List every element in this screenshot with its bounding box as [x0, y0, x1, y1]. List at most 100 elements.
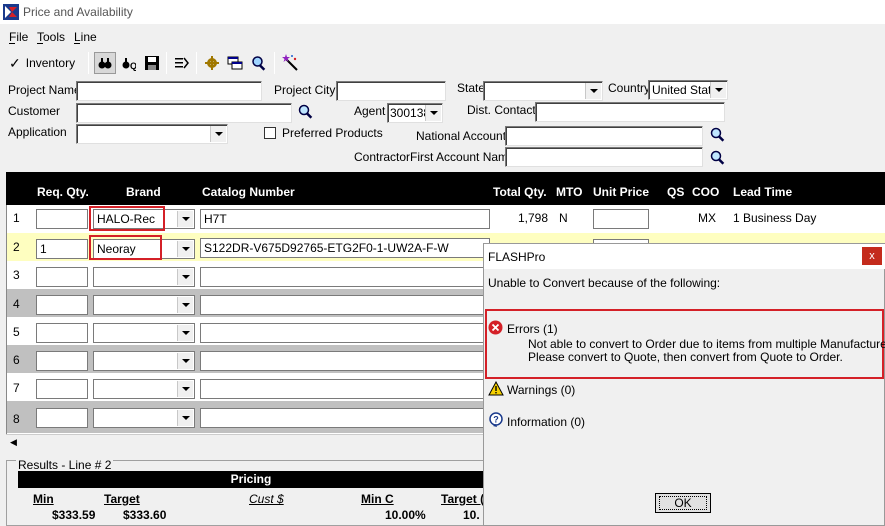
country-select[interactable]: United State [648, 80, 728, 100]
target-label: Target [104, 492, 140, 506]
split-lines-icon[interactable] [171, 52, 193, 74]
brand-select[interactable] [93, 323, 195, 343]
catalog-input[interactable]: H7T [200, 209, 490, 229]
chevron-down-icon[interactable] [710, 82, 726, 98]
catalog-input[interactable] [200, 267, 490, 287]
col-catalog-number: Catalog Number [202, 185, 295, 199]
row-number: 5 [13, 325, 20, 339]
qty-input[interactable]: 1 [36, 239, 88, 259]
qty-input[interactable] [36, 295, 88, 315]
state-label: State [457, 81, 486, 95]
agent-select[interactable]: 300138 [387, 103, 443, 123]
save-icon[interactable] [141, 52, 163, 74]
country-value: United State [652, 83, 719, 97]
catalog-input[interactable] [200, 408, 490, 428]
qty-input[interactable] [36, 323, 88, 343]
brand-select[interactable] [93, 351, 195, 371]
state-select[interactable] [483, 81, 603, 101]
qty-input[interactable] [36, 351, 88, 371]
find-quote-icon[interactable]: Q [117, 52, 139, 74]
national-account-input[interactable] [505, 126, 703, 146]
dialog-title: FLASHPro [488, 250, 546, 264]
min-value: $333.59 [52, 508, 96, 522]
magnifier-icon[interactable] [248, 52, 270, 74]
catalog-input[interactable] [200, 295, 490, 315]
pricing-header: Pricing [18, 471, 484, 488]
customer-input[interactable] [76, 103, 292, 123]
col-total-qty: Total Qty. [493, 185, 547, 199]
row-number: 3 [13, 268, 20, 282]
contractor-account-search-icon[interactable] [708, 148, 728, 168]
project-name-input[interactable] [76, 81, 262, 101]
row-number: 7 [13, 381, 20, 395]
minc-label: Min C [361, 492, 394, 506]
dist-contact-label: Dist. Contact [467, 103, 536, 117]
catalog-input[interactable]: S122DR-V675D92765-ETG2F0-1-UW2A-F-W [200, 238, 490, 258]
min-label: Min [33, 492, 54, 506]
brand-select[interactable] [93, 267, 195, 287]
dist-contact-input[interactable] [535, 102, 725, 122]
catalog-input[interactable] [200, 379, 490, 399]
dialog-intro: Unable to Convert because of the followi… [488, 276, 721, 290]
magic-wand-icon[interactable] [280, 52, 302, 74]
ok-button[interactable]: OK [655, 493, 711, 513]
menu-tools[interactable]: Tools [37, 30, 65, 44]
results-title: Results - Line # 2 [16, 458, 114, 472]
chevron-down-icon[interactable] [177, 241, 193, 257]
col-qs: QS [667, 185, 685, 199]
error-icon [488, 320, 503, 335]
warnings-label: Warnings (0) [507, 383, 576, 397]
check-icon: ✓ [9, 54, 21, 71]
binoculars-icon[interactable] [94, 52, 116, 74]
brand-select[interactable] [93, 408, 195, 428]
minc-value: 10.00% [385, 508, 426, 522]
chevron-down-icon[interactable] [177, 410, 193, 426]
chevron-down-icon[interactable] [425, 105, 441, 121]
qty-input[interactable] [36, 379, 88, 399]
qty-input[interactable] [36, 209, 88, 229]
unit-price-input[interactable] [593, 209, 649, 229]
national-account-search-icon[interactable] [708, 125, 728, 145]
qty-input[interactable] [36, 267, 88, 287]
row-number: 1 [13, 211, 20, 225]
warning-icon [488, 381, 504, 396]
brand-highlight-box [89, 206, 165, 231]
application-select[interactable] [76, 124, 228, 144]
inventory-button[interactable]: ✓ Inventory [7, 52, 85, 74]
brand-select[interactable] [93, 295, 195, 315]
gears-icon[interactable] [201, 52, 223, 74]
contractor-account-input[interactable] [505, 147, 703, 167]
catalog-input[interactable] [200, 323, 490, 343]
chevron-down-icon[interactable] [177, 381, 193, 397]
windows-icon[interactable] [224, 52, 246, 74]
country-label: Country [608, 81, 651, 95]
coo-value: MX [698, 211, 716, 225]
scroll-left-icon[interactable]: ◀ [10, 437, 17, 448]
chevron-down-icon[interactable] [585, 83, 601, 99]
svg-text:?: ? [493, 415, 499, 425]
chevron-down-icon[interactable] [177, 297, 193, 313]
row-number: 4 [13, 297, 20, 311]
preferred-products-checkbox[interactable] [264, 127, 276, 139]
project-city-input[interactable] [336, 81, 446, 101]
brand-select[interactable] [93, 379, 195, 399]
row-number: 8 [13, 412, 20, 426]
national-account-label: National Account [416, 129, 507, 143]
menu-file[interactable]: File [9, 30, 28, 44]
project-name-label: Project Name [8, 83, 81, 97]
chevron-down-icon[interactable] [177, 353, 193, 369]
project-city-label: Project City [274, 83, 336, 97]
qty-input[interactable] [36, 408, 88, 428]
chevron-down-icon[interactable] [177, 211, 193, 227]
chevron-down-icon[interactable] [210, 126, 226, 142]
menu-line[interactable]: Line [74, 30, 97, 44]
customer-search-icon[interactable] [296, 102, 316, 122]
chevron-down-icon[interactable] [177, 325, 193, 341]
catalog-input[interactable] [200, 351, 490, 371]
horizontal-scrollbar[interactable]: ◀ [6, 434, 486, 450]
row-number: 2 [13, 240, 20, 254]
close-button[interactable]: x [862, 247, 882, 265]
lead-time-value: 1 Business Day [733, 211, 817, 225]
chevron-down-icon[interactable] [177, 269, 193, 285]
inventory-label: Inventory [25, 56, 76, 70]
